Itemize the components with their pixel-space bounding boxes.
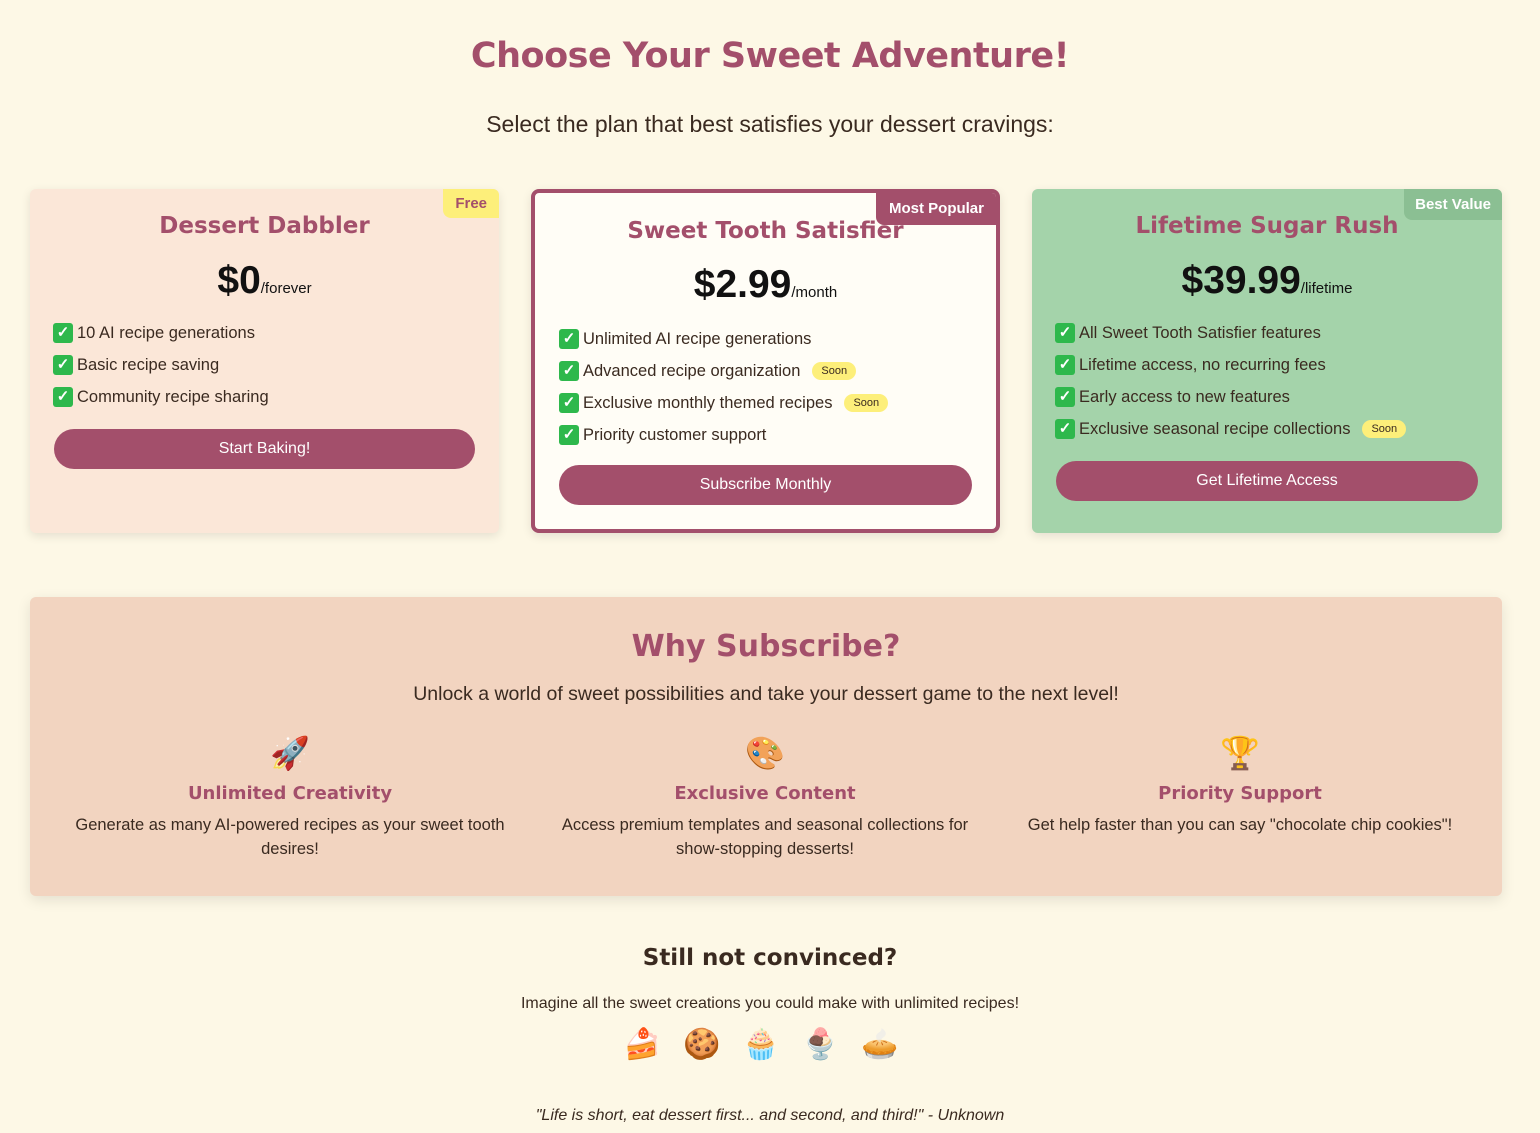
benefit-title: Priority Support xyxy=(1158,783,1322,804)
plan-card-free: Free Dessert Dabbler $0/forever ✓ 10 AI r… xyxy=(30,189,499,533)
check-icon: ✓ xyxy=(559,393,579,413)
palette-icon: 🎨 xyxy=(745,734,785,772)
plan-name: Lifetime Sugar Rush xyxy=(1135,213,1399,239)
feature-item: ✓ Lifetime access, no recurring fees xyxy=(1055,349,1482,381)
dessert-quote: "Life is short, eat dessert first... and… xyxy=(535,1107,1005,1124)
benefit-priority-support: 🏆 Priority Support Get help faster than … xyxy=(1010,733,1470,837)
benefit-title: Unlimited Creativity xyxy=(187,783,393,804)
plan-price: $39.99/lifetime xyxy=(1032,259,1502,303)
why-subscribe-section: Why Subscribe? Unlock a world of sweet p… xyxy=(30,597,1502,896)
check-icon: ✓ xyxy=(1055,355,1075,375)
cupcake-icon: 🧁 xyxy=(742,1027,798,1062)
benefit-text: Generate as many AI-powered recipes as y… xyxy=(75,816,505,858)
check-icon: ✓ xyxy=(559,361,579,381)
plan-name: Sweet Tooth Satisfier xyxy=(627,218,904,244)
feature-text: Priority customer support xyxy=(583,425,767,444)
start-baking-button[interactable]: Start Baking! xyxy=(54,429,475,469)
plan-price: $0/forever xyxy=(30,259,499,303)
price-period: /month xyxy=(791,284,838,301)
benefit-text: Get help faster than you can say "chocol… xyxy=(1027,816,1453,834)
trophy-icon: 🏆 xyxy=(1220,734,1260,772)
page-subtitle: Select the plan that best satisfies your… xyxy=(486,111,1054,137)
feature-item: ✓ Priority customer support xyxy=(559,419,976,451)
feature-list: ✓ Unlimited AI recipe generations ✓ Advanc… xyxy=(559,323,976,451)
treats-row: 🍰 🍪 🧁 🍨 🥧 xyxy=(0,1027,1540,1062)
cake-icon: 🍰 xyxy=(623,1027,679,1062)
feature-text: Community recipe sharing xyxy=(77,387,269,406)
feature-text: Exclusive monthly themed recipes xyxy=(583,393,833,412)
subscribe-monthly-button[interactable]: Subscribe Monthly xyxy=(559,465,972,505)
feature-list: ✓ 10 AI recipe generations ✓ Basic recipe … xyxy=(53,317,479,413)
cookie-icon: 🍪 xyxy=(682,1027,739,1062)
feature-item: ✓ All Sweet Tooth Satisfier features xyxy=(1055,317,1482,349)
feature-item: ✓ Community recipe sharing xyxy=(53,381,479,413)
price-period: /forever xyxy=(260,280,312,297)
price-amount: $39.99 xyxy=(1181,259,1301,302)
feature-item: ✓ Early access to new features xyxy=(1055,381,1482,413)
pie-icon: 🥧 xyxy=(861,1027,917,1062)
feature-text: Exclusive seasonal recipe collections xyxy=(1079,419,1351,438)
benefit-text: Access premium templates and seasonal co… xyxy=(561,816,969,858)
feature-item: ✓ Exclusive seasonal recipe collections So… xyxy=(1055,413,1482,445)
soon-badge: Soon xyxy=(844,394,889,412)
feature-item: ✓ Basic recipe saving xyxy=(53,349,479,381)
soon-badge: Soon xyxy=(812,362,857,380)
feature-item: ✓ Unlimited AI recipe generations xyxy=(559,323,976,355)
get-lifetime-access-button[interactable]: Get Lifetime Access xyxy=(1056,461,1478,501)
still-not-convinced-title: Still not convinced? xyxy=(642,945,898,971)
soon-badge: Soon xyxy=(1362,420,1407,438)
feature-text: Basic recipe saving xyxy=(77,355,220,374)
plan-card-lifetime: Best Value Lifetime Sugar Rush $39.99/li… xyxy=(1032,189,1502,533)
feature-item: ✓ Exclusive monthly themed recipes Soon xyxy=(559,387,976,419)
check-icon: ✓ xyxy=(1055,387,1075,407)
feature-text: Unlimited AI recipe generations xyxy=(583,329,812,348)
why-subscribe-title: Why Subscribe? xyxy=(631,629,901,664)
page-title: Choose Your Sweet Adventure! xyxy=(470,36,1070,76)
feature-text: Lifetime access, no recurring fees xyxy=(1079,355,1326,374)
price-amount: $2.99 xyxy=(693,263,792,306)
check-icon: ✓ xyxy=(1055,419,1075,439)
benefit-exclusive-content: 🎨 Exclusive Content Access premium templ… xyxy=(535,733,995,861)
why-subscribe-subtitle: Unlock a world of sweet possibilities an… xyxy=(413,683,1119,705)
ice-cream-icon: 🍨 xyxy=(801,1027,858,1062)
plan-card-monthly: Most Popular Sweet Tooth Satisfier $2.99… xyxy=(531,189,1000,533)
price-amount: $0 xyxy=(217,259,261,302)
check-icon: ✓ xyxy=(53,387,73,407)
check-icon: ✓ xyxy=(559,329,579,349)
check-icon: ✓ xyxy=(53,355,73,375)
check-icon: ✓ xyxy=(1055,323,1075,343)
price-period: /lifetime xyxy=(1300,280,1353,297)
benefit-title: Exclusive Content xyxy=(674,783,856,804)
feature-list: ✓ All Sweet Tooth Satisfier features ✓ Lif… xyxy=(1055,317,1482,445)
feature-text: Early access to new features xyxy=(1079,387,1290,406)
benefit-unlimited-creativity: 🚀 Unlimited Creativity Generate as many … xyxy=(60,733,520,861)
rocket-icon: 🚀 xyxy=(270,734,310,772)
check-icon: ✓ xyxy=(559,425,579,445)
feature-text: 10 AI recipe generations xyxy=(77,323,255,342)
plan-price: $2.99/month xyxy=(535,263,996,307)
imagine-text: Imagine all the sweet creations you coul… xyxy=(520,995,1020,1012)
feature-text: Advanced recipe organization xyxy=(583,361,801,380)
plan-name: Dessert Dabbler xyxy=(159,213,370,239)
feature-text: All Sweet Tooth Satisfier features xyxy=(1079,323,1321,342)
feature-item: ✓ Advanced recipe organization Soon xyxy=(559,355,976,387)
feature-item: ✓ 10 AI recipe generations xyxy=(53,317,479,349)
check-icon: ✓ xyxy=(53,323,73,343)
